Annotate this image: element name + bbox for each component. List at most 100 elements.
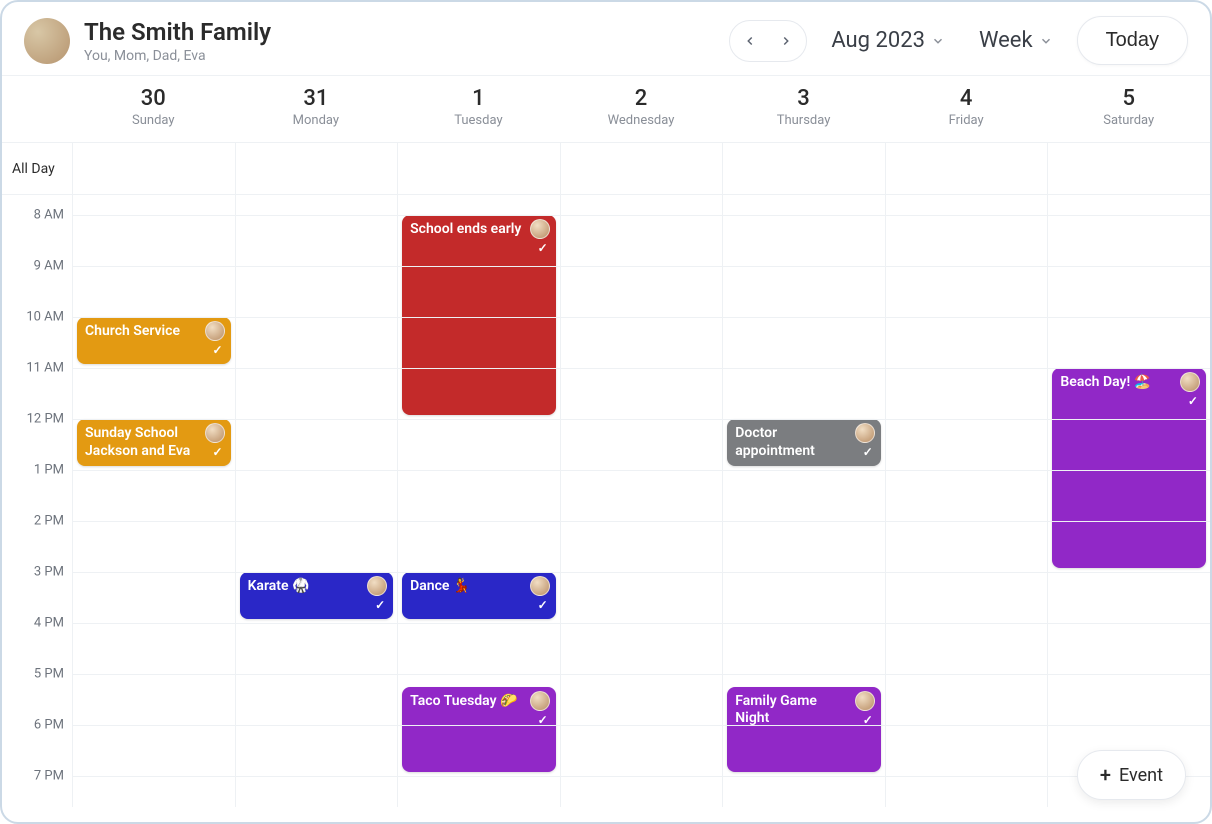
day-name: Sunday bbox=[72, 113, 235, 128]
all-day-cell[interactable] bbox=[235, 143, 398, 194]
check-icon: ✓ bbox=[375, 598, 385, 613]
day-column[interactable]: Karate 🥋 ✓ bbox=[235, 195, 398, 807]
add-event-button[interactable]: + Event bbox=[1077, 750, 1186, 800]
all-day-row: All Day bbox=[2, 143, 1210, 195]
event-title: Family Game Night bbox=[735, 693, 853, 728]
day-number: 30 bbox=[72, 86, 235, 111]
day-header[interactable]: 4 Friday bbox=[885, 76, 1048, 142]
family-members: You, Mom, Dad, Eva bbox=[84, 48, 271, 64]
event-title: Sunday School Jackson and Eva bbox=[85, 425, 203, 460]
day-header[interactable]: 31Monday bbox=[235, 76, 398, 142]
event-title: Dance 💃 bbox=[410, 578, 528, 596]
next-week-button[interactable] bbox=[770, 25, 802, 57]
calendar-event[interactable]: Taco Tuesday 🌮✓ bbox=[402, 687, 556, 772]
day-column[interactable] bbox=[560, 195, 723, 807]
event-assignee-avatar bbox=[530, 691, 550, 711]
chevron-down-icon bbox=[931, 34, 945, 48]
day-column[interactable]: Doctor appointment ✓ Family Game Night ✓ bbox=[722, 195, 885, 807]
hour-label: 7 PM bbox=[34, 769, 64, 784]
check-icon: ✓ bbox=[863, 713, 873, 728]
hour-label: 6 PM bbox=[34, 718, 64, 733]
calendar-app: The Smith Family You, Mom, Dad, Eva Aug … bbox=[0, 0, 1212, 824]
event-assignee-avatar bbox=[530, 576, 550, 596]
check-icon: ✓ bbox=[538, 241, 548, 256]
calendar-event[interactable]: Sunday School Jackson and Eva ✓ bbox=[77, 419, 231, 466]
month-label: Aug 2023 bbox=[831, 28, 925, 53]
today-button[interactable]: Today bbox=[1077, 16, 1188, 65]
calendar-event[interactable]: Karate 🥋 ✓ bbox=[240, 572, 394, 619]
day-name: Saturday bbox=[1047, 113, 1210, 128]
day-number: 4 bbox=[885, 86, 1048, 111]
hour-label: 3 PM bbox=[34, 565, 64, 580]
all-day-label: All Day bbox=[2, 143, 72, 194]
hour-label: 2 PM bbox=[34, 514, 64, 529]
hour-label: 10 AM bbox=[26, 310, 64, 325]
all-day-cell[interactable] bbox=[560, 143, 723, 194]
event-assignee-avatar bbox=[855, 691, 875, 711]
hour-label: 8 AM bbox=[34, 208, 64, 223]
hour-label: 4 PM bbox=[34, 616, 64, 631]
day-header-row: 30 Sunday31Monday1 Tuesday2 Wednesday 3 Thurs… bbox=[2, 76, 1210, 143]
day-number: 1 bbox=[397, 86, 560, 111]
day-header[interactable]: 3 Thursday bbox=[722, 76, 885, 142]
calendar-event[interactable]: Dance 💃 ✓ bbox=[402, 572, 556, 619]
check-icon: ✓ bbox=[213, 445, 223, 460]
family-title: The Smith Family bbox=[84, 18, 271, 46]
event-assignee-avatar bbox=[367, 576, 387, 596]
day-name: Wednesday bbox=[560, 113, 723, 128]
all-day-cell[interactable] bbox=[1047, 143, 1210, 194]
day-name: Tuesday bbox=[397, 113, 560, 128]
calendar-event[interactable]: Doctor appointment ✓ bbox=[727, 419, 881, 466]
check-icon: ✓ bbox=[1188, 394, 1198, 409]
day-column[interactable]: Church Service✓ Sunday School Jackson and… bbox=[72, 195, 235, 807]
all-day-cell[interactable] bbox=[72, 143, 235, 194]
day-number: 5 bbox=[1047, 86, 1210, 111]
chevron-left-icon bbox=[743, 34, 757, 48]
plus-icon: + bbox=[1100, 763, 1111, 787]
family-avatar[interactable] bbox=[24, 18, 70, 64]
event-title: Doctor appointment bbox=[735, 425, 853, 460]
day-number: 2 bbox=[560, 86, 723, 111]
header: The Smith Family You, Mom, Dad, Eva Aug … bbox=[2, 2, 1210, 76]
view-selector[interactable]: Week bbox=[969, 22, 1063, 59]
day-name: Friday bbox=[885, 113, 1048, 128]
hour-label: 11 AM bbox=[26, 361, 64, 376]
week-nav bbox=[729, 20, 807, 62]
event-title: Taco Tuesday 🌮 bbox=[410, 693, 528, 711]
day-header[interactable]: 1 Tuesday bbox=[397, 76, 560, 142]
event-assignee-avatar bbox=[205, 321, 225, 341]
event-assignee-avatar bbox=[855, 423, 875, 443]
calendar-event[interactable]: Church Service✓ bbox=[77, 317, 231, 364]
day-column[interactable]: School ends early ✓ Dance 💃 ✓ Taco Tuesday 🌮… bbox=[397, 195, 560, 807]
view-label: Week bbox=[979, 28, 1033, 53]
all-day-cell[interactable] bbox=[885, 143, 1048, 194]
event-title: Karate 🥋 bbox=[248, 578, 366, 596]
day-column[interactable]: Beach Day! 🏖️ ✓ bbox=[1047, 195, 1210, 807]
day-header[interactable]: 30 Sunday bbox=[72, 76, 235, 142]
hour-label: 1 PM bbox=[34, 463, 64, 478]
day-number: 3 bbox=[722, 86, 885, 111]
day-name: Thursday bbox=[722, 113, 885, 128]
all-day-cell[interactable] bbox=[722, 143, 885, 194]
prev-week-button[interactable] bbox=[734, 25, 766, 57]
event-title: Beach Day! 🏖️ bbox=[1060, 374, 1178, 392]
calendar-event[interactable]: Beach Day! 🏖️ ✓ bbox=[1052, 368, 1206, 568]
event-assignee-avatar bbox=[1180, 372, 1200, 392]
check-icon: ✓ bbox=[538, 598, 548, 613]
all-day-cell[interactable] bbox=[397, 143, 560, 194]
calendar-event[interactable]: School ends early ✓ bbox=[402, 215, 556, 415]
check-icon: ✓ bbox=[863, 445, 873, 460]
month-selector[interactable]: Aug 2023 bbox=[821, 22, 955, 59]
day-name: Monday bbox=[235, 113, 398, 128]
day-header[interactable]: 2 Wednesday bbox=[560, 76, 723, 142]
day-header[interactable]: 5 Saturday bbox=[1047, 76, 1210, 142]
day-columns: Church Service✓ Sunday School Jackson and… bbox=[72, 195, 1210, 807]
event-title: School ends early bbox=[410, 221, 528, 239]
hour-label: 5 PM bbox=[34, 667, 64, 682]
time-gutter: 8 AM9 AM10 AM11 AM12 PM1 PM2 PM3 PM4 PM5… bbox=[2, 195, 72, 807]
check-icon: ✓ bbox=[213, 343, 223, 358]
calendar-event[interactable]: Family Game Night ✓ bbox=[727, 687, 881, 772]
event-assignee-avatar bbox=[530, 219, 550, 239]
time-grid: 8 AM9 AM10 AM11 AM12 PM1 PM2 PM3 PM4 PM5… bbox=[2, 195, 1210, 807]
day-column[interactable] bbox=[885, 195, 1048, 807]
